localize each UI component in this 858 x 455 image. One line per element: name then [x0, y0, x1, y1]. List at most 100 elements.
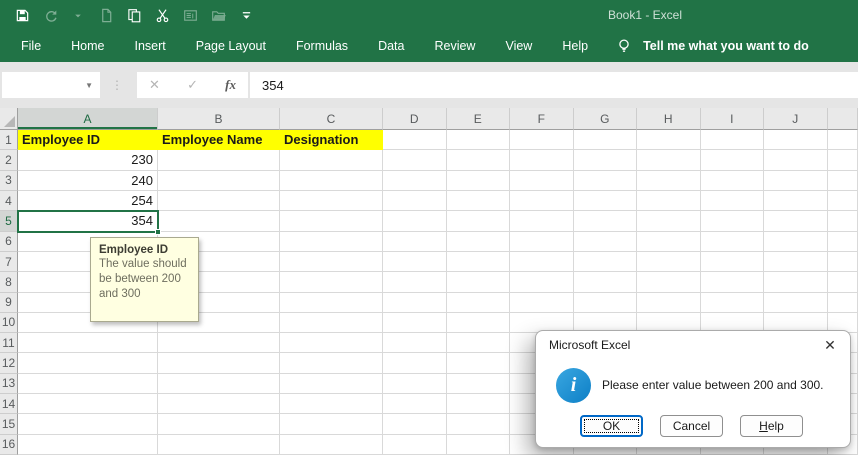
cell-K9[interactable] — [828, 293, 858, 313]
cell-D3[interactable] — [383, 171, 447, 191]
cell-J7[interactable] — [764, 252, 828, 272]
cell-J3[interactable] — [764, 171, 828, 191]
row-header-16[interactable]: 16 — [0, 435, 18, 455]
column-header-J[interactable]: J — [764, 108, 828, 130]
cancel-entry-icon[interactable]: ✕ — [149, 77, 160, 93]
cancel-button[interactable]: Cancel — [660, 415, 723, 437]
cell-A15[interactable] — [18, 414, 158, 434]
tab-data[interactable]: Data — [363, 30, 419, 62]
cell-E1[interactable] — [447, 130, 511, 150]
cell-F8[interactable] — [510, 272, 574, 292]
tab-page-layout[interactable]: Page Layout — [181, 30, 281, 62]
cell-J4[interactable] — [764, 191, 828, 211]
row-header-11[interactable]: 11 — [0, 333, 18, 353]
cell-E13[interactable] — [447, 374, 511, 394]
cell-G7[interactable] — [574, 252, 638, 272]
cell-A14[interactable] — [18, 394, 158, 414]
cell-G2[interactable] — [574, 150, 638, 170]
help-button[interactable]: Help — [740, 415, 803, 437]
row-header-2[interactable]: 2 — [0, 150, 18, 170]
column-header-F[interactable]: F — [510, 108, 574, 130]
cell-E9[interactable] — [447, 293, 511, 313]
cell-D15[interactable] — [383, 414, 447, 434]
cell-D2[interactable] — [383, 150, 447, 170]
cell-J9[interactable] — [764, 293, 828, 313]
cell-D14[interactable] — [383, 394, 447, 414]
cell-B12[interactable] — [158, 353, 280, 373]
cell-C14[interactable] — [280, 394, 383, 414]
cell-I8[interactable] — [701, 272, 765, 292]
tab-file[interactable]: File — [6, 30, 56, 62]
cell-K5[interactable] — [828, 211, 858, 231]
cell-C13[interactable] — [280, 374, 383, 394]
enter-entry-icon[interactable]: ✓ — [187, 77, 198, 93]
cell-E5[interactable] — [447, 211, 511, 231]
cell-I9[interactable] — [701, 293, 765, 313]
column-header-E[interactable]: E — [447, 108, 511, 130]
cell-C7[interactable] — [280, 252, 383, 272]
tab-insert[interactable]: Insert — [120, 30, 181, 62]
column-header-A[interactable]: A — [18, 108, 158, 130]
column-header-I[interactable]: I — [701, 108, 765, 130]
cell-A12[interactable] — [18, 353, 158, 373]
tab-view[interactable]: View — [490, 30, 547, 62]
cell-A16[interactable] — [18, 435, 158, 455]
cell-D12[interactable] — [383, 353, 447, 373]
cell-F2[interactable] — [510, 150, 574, 170]
save-icon[interactable] — [14, 7, 30, 23]
cell-I5[interactable] — [701, 211, 765, 231]
cell-C10[interactable] — [280, 313, 383, 333]
cell-E10[interactable] — [447, 313, 511, 333]
name-box[interactable]: ▼ — [2, 72, 100, 98]
tab-home[interactable]: Home — [56, 30, 119, 62]
row-header-9[interactable]: 9 — [0, 293, 18, 313]
cell-D1[interactable] — [383, 130, 447, 150]
cell-F9[interactable] — [510, 293, 574, 313]
customize-qat-icon[interactable] — [238, 7, 254, 23]
cell-H9[interactable] — [637, 293, 701, 313]
cell-E2[interactable] — [447, 150, 511, 170]
cell-G1[interactable] — [574, 130, 638, 150]
row-header-6[interactable]: 6 — [0, 232, 18, 252]
cell-I3[interactable] — [701, 171, 765, 191]
cut-icon[interactable] — [154, 7, 170, 23]
cell-D7[interactable] — [383, 252, 447, 272]
cell-C1[interactable]: Designation — [280, 130, 383, 150]
cell-H5[interactable] — [637, 211, 701, 231]
cell-K1[interactable] — [828, 130, 858, 150]
cell-K6[interactable] — [828, 232, 858, 252]
select-all-corner[interactable] — [0, 108, 18, 130]
cell-E6[interactable] — [447, 232, 511, 252]
column-header-D[interactable]: D — [383, 108, 447, 130]
cell-C9[interactable] — [280, 293, 383, 313]
row-header-1[interactable]: 1 — [0, 130, 18, 150]
cell-C15[interactable] — [280, 414, 383, 434]
tab-help[interactable]: Help — [547, 30, 603, 62]
cell-H2[interactable] — [637, 150, 701, 170]
cell-C8[interactable] — [280, 272, 383, 292]
close-icon[interactable]: ✕ — [820, 335, 840, 355]
cell-B15[interactable] — [158, 414, 280, 434]
row-header-7[interactable]: 7 — [0, 252, 18, 272]
tell-me-label[interactable]: Tell me what you want to do — [643, 39, 809, 53]
cell-A11[interactable] — [18, 333, 158, 353]
cell-A2[interactable]: 230 — [18, 150, 158, 170]
cell-B11[interactable] — [158, 333, 280, 353]
cell-C16[interactable] — [280, 435, 383, 455]
row-header-10[interactable]: 10 — [0, 313, 18, 333]
cell-D16[interactable] — [383, 435, 447, 455]
cell-C12[interactable] — [280, 353, 383, 373]
cell-G9[interactable] — [574, 293, 638, 313]
cell-B5[interactable] — [158, 211, 280, 231]
cell-K3[interactable] — [828, 171, 858, 191]
cell-C2[interactable] — [280, 150, 383, 170]
cell-B14[interactable] — [158, 394, 280, 414]
cell-C11[interactable] — [280, 333, 383, 353]
cell-F1[interactable] — [510, 130, 574, 150]
cell-G3[interactable] — [574, 171, 638, 191]
cell-D13[interactable] — [383, 374, 447, 394]
cell-I7[interactable] — [701, 252, 765, 272]
cell-E4[interactable] — [447, 191, 511, 211]
tab-review[interactable]: Review — [419, 30, 490, 62]
cell-D10[interactable] — [383, 313, 447, 333]
